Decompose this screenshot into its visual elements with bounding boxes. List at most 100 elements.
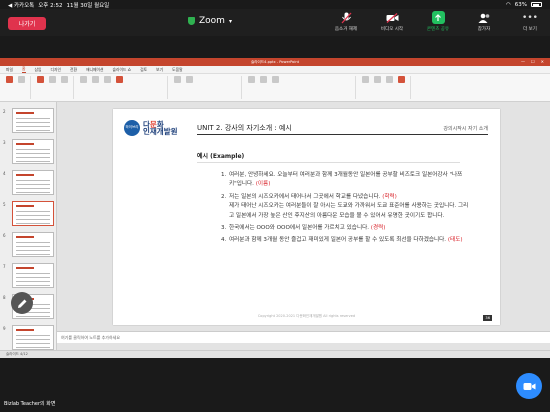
chevron-down-icon: ▾ (228, 17, 232, 25)
thumbnail-number: 4 (3, 171, 6, 176)
more-button[interactable]: ••• 더 보기 (514, 11, 546, 33)
camera-icon (523, 382, 535, 390)
slide-thumbnails: 2 3 4 5 6 7 8 9 (0, 102, 57, 350)
list-item: 2. 저는 일본의 시즈오카에서 태어나서 그곳에서 학교를 다녔습니다. (학… (221, 193, 471, 221)
close-icon[interactable]: ✕ (541, 59, 544, 64)
wifi-icon: ◠ (505, 1, 511, 8)
italic-icon[interactable] (90, 76, 100, 88)
arrange-icon[interactable] (258, 76, 268, 88)
clock: 오후 2:52 (38, 2, 63, 9)
ppt-ribbon-tabs: 파일 홈 삽입 디자인 전환 애니메이션 슬라이드 쇼 검토 보기 도움말 (0, 66, 550, 74)
paste-icon[interactable] (4, 76, 14, 88)
new-slide-icon[interactable] (35, 76, 45, 88)
reuse-slide-icon[interactable] (59, 76, 69, 88)
ribbon-tab[interactable]: 삽입 (35, 67, 42, 73)
zoom-title[interactable]: Zoom ▾ (188, 16, 232, 26)
ribbon-tab[interactable]: 파일 (6, 67, 13, 73)
item-text: 한국에서는 OOO와 OOO에서 일본어를 가르치고 있습니다. (229, 225, 370, 232)
date: 11월 30일 월요일 (66, 2, 110, 9)
mute-button[interactable]: 음소거 해제 (330, 11, 362, 32)
participants-icon (478, 11, 491, 24)
item-text-continued: 제가 태어난 시즈오카는 여러분들이 잘 아시는 도쿄와 가까워서 도쿄 표준어… (229, 203, 469, 219)
participants-label: 참가자 (477, 27, 491, 32)
editing-group (360, 76, 411, 99)
annotate-button[interactable] (11, 292, 33, 314)
item-number: 4. (221, 237, 227, 244)
more-icon: ••• (522, 12, 538, 23)
slide-thumbnail[interactable]: 5 (3, 201, 54, 226)
ppt-title-bar: 슬라이드4.pptx - PowerPoint — ☐ ✕ (0, 58, 550, 66)
list-item: 3. 한국에서는 OOO와 OOO에서 일본어를 가르치고 있습니다. (경력) (221, 224, 471, 233)
mute-label: 음소거 해제 (334, 27, 358, 32)
ribbon-tab[interactable]: 디자인 (51, 67, 61, 73)
slide-subtitle: 강의시작시 자기 소개 (443, 126, 488, 132)
layout-icon[interactable] (47, 76, 57, 88)
slide-thumbnail[interactable]: 7 (3, 263, 54, 288)
thumbnail-number: 3 (3, 140, 6, 145)
thumbnail-number: 7 (3, 264, 6, 269)
dictate-icon[interactable] (384, 76, 394, 88)
find-icon[interactable] (360, 76, 370, 88)
list-item: 1. 여러분, 안녕하세요. 오늘부터 여러분과 함께 3개월동안 일본어를 공… (221, 171, 471, 190)
ribbon-tab[interactable]: 도움말 (172, 67, 182, 73)
list-item: 4. 여러분과 함께 3개월 동안 즐겁고 재미있게 일본어 공부를 할 수 있… (221, 236, 471, 245)
item-number: 1. (221, 172, 227, 178)
bullets-icon[interactable] (172, 76, 182, 88)
thumbnail-number: 6 (3, 233, 6, 238)
item-tag: (경력) (370, 225, 386, 232)
slide-thumbnail[interactable]: 2 (3, 108, 54, 133)
ribbon-tab[interactable]: 검토 (140, 67, 147, 73)
slide-canvas[interactable]: 하이브리 다문화 인재개발원 UNIT 2. 강사의 자기소개 : 예시 강의시… (113, 109, 500, 325)
replace-icon[interactable] (372, 76, 382, 88)
example-heading: 예시 (Example) (197, 153, 245, 160)
bold-icon[interactable] (78, 76, 88, 88)
start-video-button[interactable]: 비디오 시작 (376, 11, 408, 32)
slide-thumbnail[interactable]: 4 (3, 170, 54, 195)
maximize-icon[interactable]: ☐ (531, 59, 535, 64)
shapes-icon[interactable] (246, 76, 256, 88)
notes-field[interactable]: 여기를 클릭하여 노트를 추가하세요 (57, 331, 550, 343)
participants-button[interactable]: 참가자 (468, 11, 500, 32)
logo-badge: 하이브리 (124, 120, 140, 136)
slide-edit-area: 하이브리 다문화 인재개발원 UNIT 2. 강사의 자기소개 : 예시 강의시… (57, 102, 550, 350)
share-content-button[interactable]: 콘텐츠 공유 (422, 11, 454, 32)
mic-off-icon (340, 11, 353, 24)
ribbon-tab[interactable]: 슬라이드 쇼 (112, 67, 131, 73)
designer-icon[interactable] (396, 76, 406, 88)
share-content-label: 콘텐츠 공유 (426, 27, 450, 32)
leave-button[interactable]: 나가기 (8, 17, 46, 30)
slide-thumbnail[interactable]: 9 (3, 325, 54, 350)
chat-button[interactable] (516, 373, 542, 399)
ribbon-tab[interactable]: 전환 (70, 67, 77, 73)
item-text: 저는 일본의 시즈오카에서 태어나서 그곳에서 학교를 다녔습니다. (229, 193, 381, 200)
paragraph-group (172, 76, 242, 99)
example-list: 1. 여러분, 안녕하세요. 오늘부터 여러분과 함께 3개월동안 일본어를 공… (221, 171, 471, 249)
thumbnail-number: 5 (3, 202, 6, 207)
example-divider (197, 162, 460, 163)
logo-line2: 인재개발원 (143, 127, 178, 136)
minimize-icon[interactable]: — (521, 59, 525, 64)
slides-group (35, 76, 74, 99)
pencil-icon (17, 299, 26, 308)
ppt-status-bar: 슬라이드 4/12 (0, 350, 550, 358)
align-icon[interactable] (184, 76, 194, 88)
underline-icon[interactable] (102, 76, 112, 88)
ribbon-tab[interactable]: 홈 (22, 66, 26, 73)
ppt-window-title: 슬라이드4.pptx - PowerPoint (250, 59, 300, 64)
thumbnail-number: 8 (3, 295, 6, 300)
ppt-ribbon (0, 74, 550, 102)
slide-thumbnail[interactable]: 3 (3, 139, 54, 164)
quick-styles-icon[interactable] (270, 76, 280, 88)
more-label: 더 보기 (523, 27, 537, 32)
ribbon-tab[interactable]: 보기 (156, 67, 163, 73)
ribbon-tab[interactable]: 애니메이션 (86, 67, 103, 73)
cut-icon[interactable] (16, 76, 26, 88)
start-video-label: 비디오 시작 (380, 27, 404, 32)
font-color-icon[interactable] (114, 76, 124, 88)
item-tag: (태도) (447, 237, 463, 244)
back-to-app[interactable]: ◀ 카카오톡 (8, 1, 34, 9)
slide-thumbnail[interactable]: 6 (3, 232, 54, 257)
slide-footer: Copyright 2020-2021 다문화인재개발원 All rights … (257, 314, 356, 318)
slide-counter: 슬라이드 4/12 (6, 352, 28, 356)
item-number: 3. (221, 225, 227, 232)
